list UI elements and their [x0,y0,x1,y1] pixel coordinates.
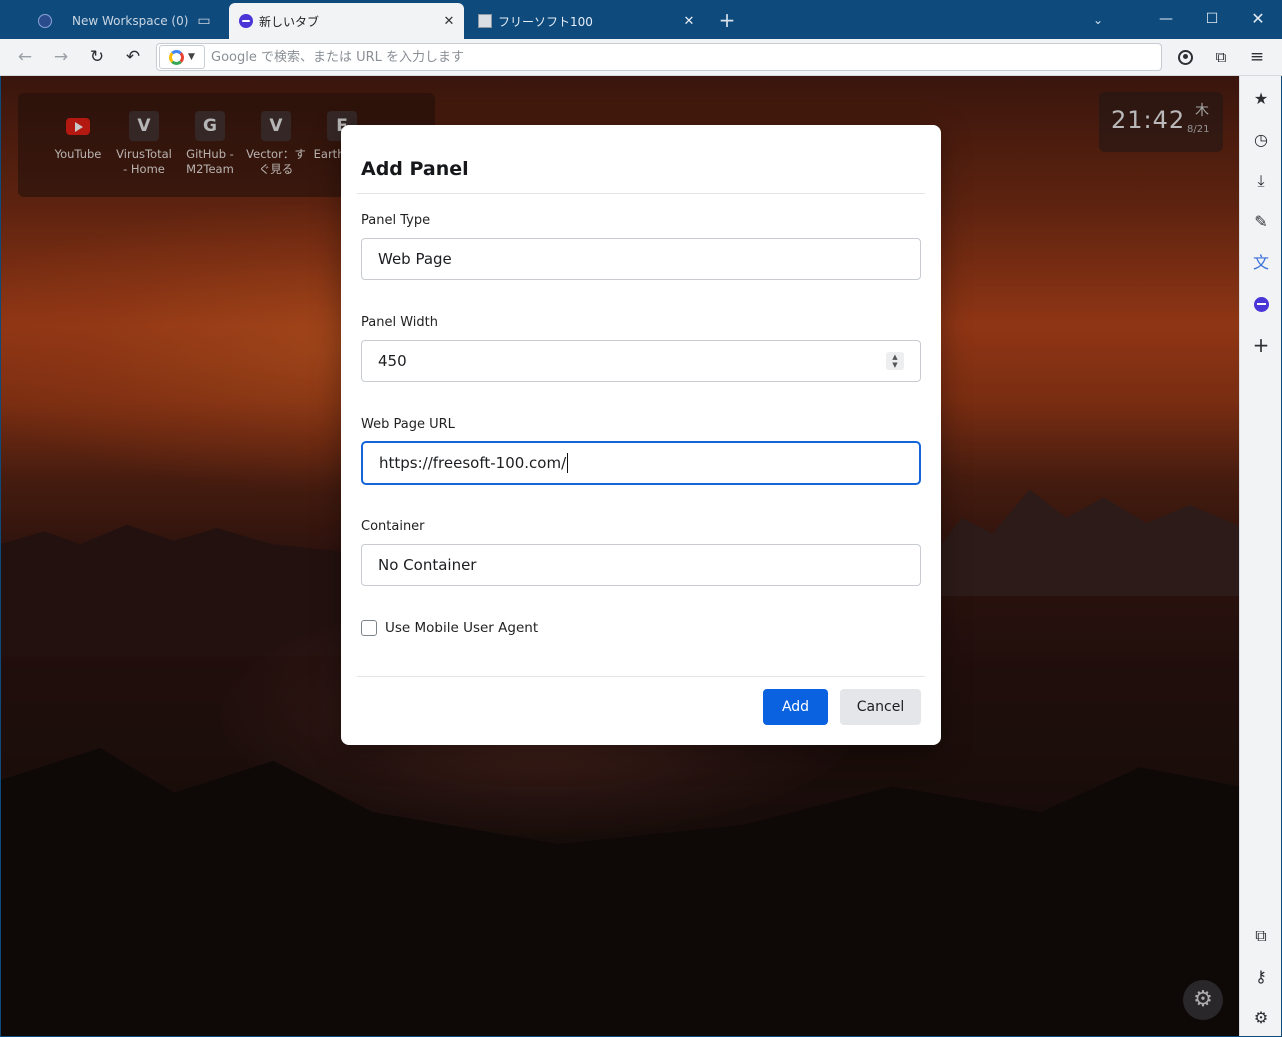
panel-sidebar: ★ ◷ ⤓ ✎ 文 + ⧉ ⚷ ⚙ [1239,76,1281,1036]
chevron-down-icon: ▼ [188,52,195,62]
workspace-button[interactable]: New Workspace (0) [30,3,190,39]
account-icon[interactable] [1171,44,1199,70]
new-tab-button[interactable]: + [714,6,740,34]
panel-width-value: 450 [378,352,407,370]
translate-icon[interactable]: 文 [1246,248,1276,278]
container-select[interactable]: No Container [361,544,921,586]
page-favicon-icon [478,14,492,28]
workspace-icon [38,14,52,28]
panel-width-input[interactable]: 450 ▲ ▼ [361,340,921,382]
add-button[interactable]: Add [763,689,828,725]
panel-width-label: Panel Width [361,315,438,330]
web-page-url-input[interactable]: https://freesoft-100.com/ [361,441,921,485]
web-page-url-label: Web Page URL [361,417,455,432]
reload-icon[interactable]: ↻ [83,44,111,70]
archive-icon: ▭ [197,13,211,29]
address-bar[interactable]: ▼ [156,43,1162,71]
tab-title: フリーソフト100 [498,14,593,29]
workspace-label: New Workspace (0) [72,14,189,28]
hamburger-menu-icon[interactable]: ≡ [1243,44,1271,70]
mobile-user-agent-label: Use Mobile User Agent [385,620,539,636]
container-label: Container [361,519,425,534]
key-icon[interactable]: ⚷ [1246,962,1276,992]
cancel-button[interactable]: Cancel [840,689,921,725]
divider [357,193,925,194]
google-g-icon [169,49,185,65]
url-input[interactable] [211,45,1161,69]
back-arrow-icon[interactable]: ← [11,44,39,70]
history-icon[interactable]: ◷ [1246,125,1276,155]
title-bar: New Workspace (0) ▭ 新しいタブ ✕ フリーソフト100 ✕ … [0,0,1282,39]
tab-new-tab[interactable]: 新しいタブ ✕ [229,3,464,39]
dialog-title: Add Panel [361,158,469,180]
text-caret [567,453,569,473]
navigation-toolbar: ← → ↻ ↶ ▼ ⧉ ≡ [0,39,1282,76]
tab-archive-button[interactable]: ▭ [192,3,216,39]
container-value: No Container [378,556,477,574]
panel-type-label: Panel Type [361,213,431,228]
tab-list-chevron-icon[interactable]: ⌄ [1086,6,1110,34]
tab-freesoft[interactable]: フリーソフト100 ✕ [468,3,704,39]
close-icon[interactable]: ✕ [680,14,698,29]
window-close-button[interactable]: ✕ [1238,4,1278,34]
plus-icon[interactable]: + [1246,330,1276,360]
download-icon[interactable]: ⤓ [1246,166,1276,196]
undo-close-tab-icon[interactable]: ↶ [119,44,147,70]
extension-icon[interactable]: ⧉ [1246,921,1276,951]
divider [357,676,925,677]
star-icon[interactable]: ★ [1246,84,1276,114]
web-panel-icon[interactable] [1246,289,1276,319]
add-panel-dialog: Add Panel Panel Type Web Page Panel Widt… [341,125,941,745]
tab-title: 新しいタブ [259,14,320,29]
mobile-user-agent-checkbox[interactable] [361,620,377,636]
pencil-icon[interactable]: ✎ [1246,207,1276,237]
maximize-button[interactable]: ☐ [1192,4,1232,34]
floorp-icon [239,14,253,28]
close-icon[interactable]: ✕ [440,14,458,29]
forward-arrow-icon[interactable]: → [47,44,75,70]
mobile-user-agent-option[interactable]: Use Mobile User Agent [361,620,538,636]
url-value: https://freesoft-100.com/ [379,454,567,472]
gear-icon[interactable]: ⚙ [1246,1003,1276,1033]
extensions-puzzle-icon[interactable]: ⧉ [1207,44,1235,70]
panel-type-value: Web Page [378,250,452,268]
number-stepper-icon[interactable]: ▲ ▼ [886,352,904,370]
search-engine-selector[interactable]: ▼ [159,45,205,69]
panel-type-select[interactable]: Web Page [361,238,921,280]
minimize-button[interactable]: — [1146,4,1186,34]
